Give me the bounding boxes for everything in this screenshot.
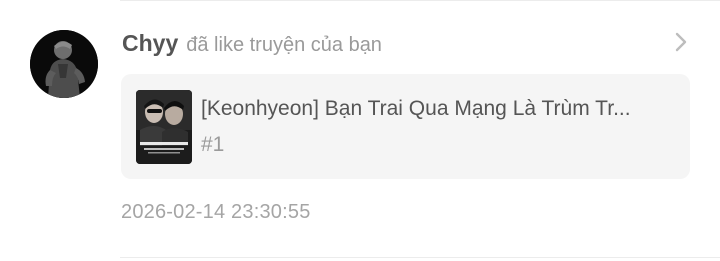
notification-headline: Chyy đã like truyện của bạn: [122, 28, 382, 58]
notification-timestamp: 2026-02-14 23:30:55: [121, 201, 311, 223]
story-card[interactable]: [Keonhyeon] Bạn Trai Qua Mạng Là Trùm Tr…: [121, 74, 690, 179]
action-text: đã like truyện của bạn: [186, 34, 382, 56]
story-chapter: #1: [201, 133, 225, 156]
username[interactable]: Chyy: [122, 30, 178, 56]
story-title[interactable]: [Keonhyeon] Bạn Trai Qua Mạng Là Trùm Tr…: [201, 94, 671, 124]
story-cover[interactable]: [136, 90, 192, 164]
like-notification[interactable]: Chyy đã like truyện của bạn [Keonhyeon] …: [0, 0, 720, 261]
chevron-right-icon[interactable]: [673, 31, 689, 53]
divider-bottom: [120, 257, 720, 258]
avatar-image: [30, 30, 98, 98]
story-cover-image: [136, 90, 192, 164]
user-avatar[interactable]: [30, 30, 98, 98]
